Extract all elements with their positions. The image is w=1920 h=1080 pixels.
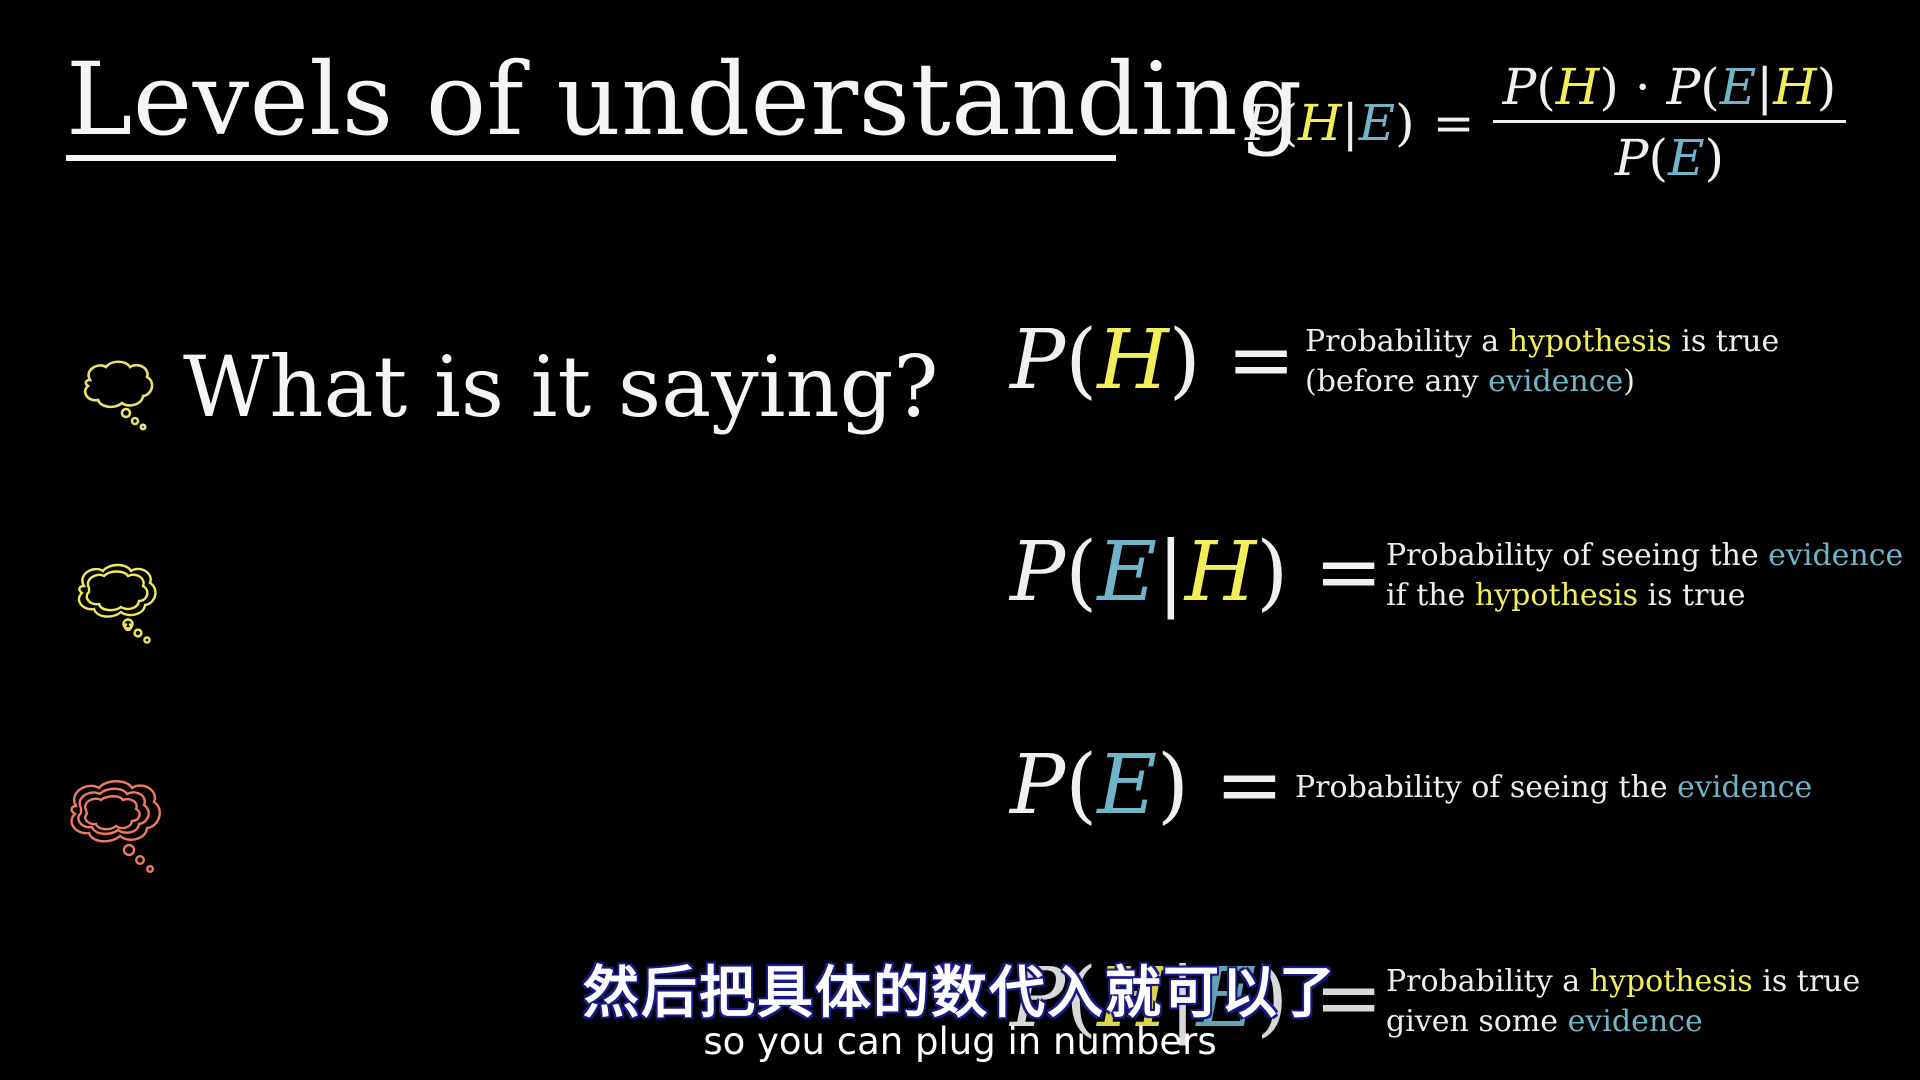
question-text: What is it saying?	[183, 338, 939, 436]
thought-bubble-icon	[83, 360, 154, 431]
def-line: Probability of seeing the evidence	[1386, 538, 1904, 573]
subtitle-english: so you can plug in numbers	[703, 1020, 1217, 1063]
bayes-fraction: P(H) · P(E|H) P(E)	[1492, 58, 1847, 187]
bayes-formula: P(H|E) = P(H) · P(E|H) P(E)	[1245, 58, 1847, 187]
def-line: Probability of seeing the evidence	[1295, 770, 1813, 805]
thought-bubble-icon	[70, 780, 161, 873]
def-p-h-text: Probability a hypothesis is true (before…	[1305, 322, 1779, 402]
def-p-e-text: Probability of seeing the evidence	[1295, 768, 1812, 808]
bayes-denominator: P(E)	[1614, 129, 1724, 187]
def-line: if the hypothesis is true	[1386, 578, 1746, 613]
thought-bubble-icon	[77, 563, 157, 644]
bayes-lhs: P(H|E)	[1245, 93, 1415, 152]
def-line: Probability a hypothesis is true	[1305, 324, 1780, 359]
def-p-e-given-h-text: Probability of seeing the evidence if th…	[1386, 536, 1903, 616]
def-p-h: P(H) =	[1010, 313, 1296, 408]
def-p-e: P(E) =	[1010, 738, 1284, 833]
bayes-numerator: P(H) · P(E|H)	[1502, 58, 1837, 116]
bayes-equals: =	[1432, 93, 1475, 152]
title-underline	[66, 155, 1116, 161]
subtitle-chinese: 然后把具体的数代入就可以了	[583, 961, 1337, 1026]
def-p-e-given-h: P(E|H) =	[1010, 525, 1383, 620]
page-title: Levels of understanding	[66, 41, 1303, 158]
def-line: (before any evidence)	[1305, 364, 1636, 399]
